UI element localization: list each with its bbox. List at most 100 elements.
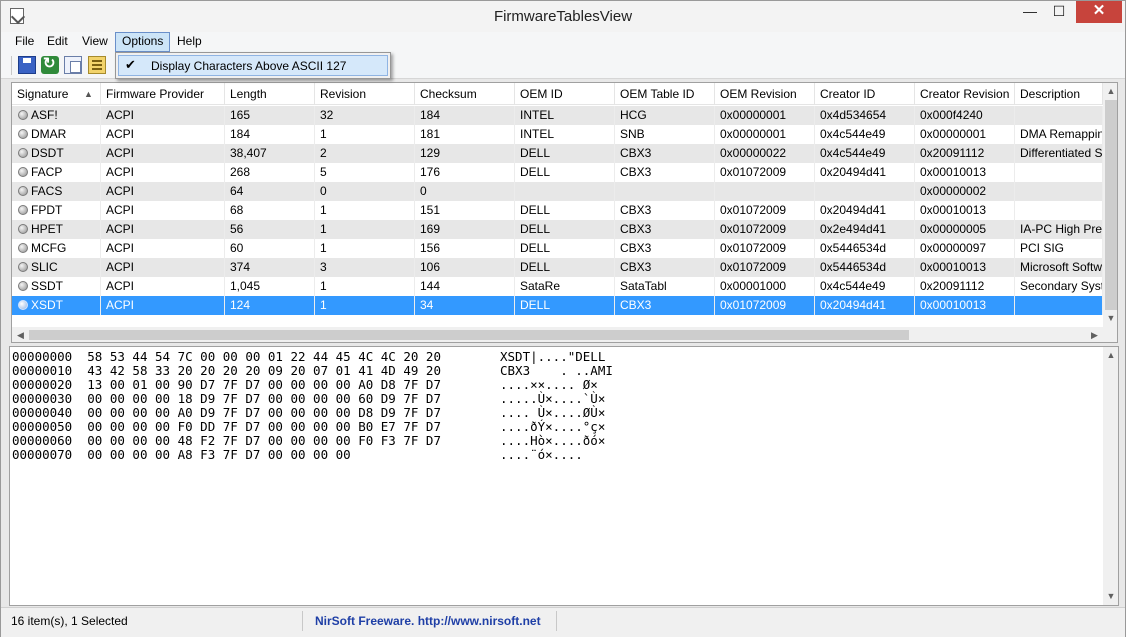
column-header-oem-id[interactable]: OEM ID — [515, 83, 615, 105]
cell-oem-table-id: SataTabl — [615, 277, 715, 296]
hex-address: 00000070 — [12, 447, 73, 462]
cell-creator-revision: 0x20091112 — [915, 277, 1015, 296]
menu-edit[interactable]: Edit — [41, 32, 74, 52]
table-row[interactable]: FPDT ACPI 68 1 151 DELL CBX3 0x01072009 0x20494d… — [12, 201, 1103, 220]
table-row[interactable]: FACP ACPI 268 5 176 DELL CBX3 0x01072009 0x20494… — [12, 163, 1103, 182]
close-button[interactable]: ✕ — [1076, 1, 1122, 23]
cell-description: Differentiated S — [1015, 144, 1103, 163]
table-row[interactable]: MCFG ACPI 60 1 156 DELL CBX3 0x01072009 0x544653… — [12, 239, 1103, 258]
table-row[interactable]: XSDT ACPI 124 1 34 DELL CBX3 0x01072009 0x20494d… — [12, 296, 1103, 315]
scroll-down-arrow-icon[interactable]: ▼ — [1103, 310, 1117, 327]
cell-firmware-provider: ACPI — [101, 220, 225, 239]
cell-revision: 0 — [315, 182, 415, 201]
cell-checksum: 181 — [415, 125, 515, 144]
list-vertical-scrollbar[interactable]: ▲ ▼ — [1103, 83, 1117, 327]
hex-bytes: 13 00 01 00 90 D7 7F D7 00 00 00 00 A0 D… — [87, 377, 441, 392]
cell-firmware-provider: ACPI — [101, 182, 225, 201]
horizontal-scroll-thumb[interactable] — [29, 330, 909, 340]
cell-description: PCI SIG — [1015, 239, 1103, 258]
cell-oem-revision: 0x00000001 — [715, 125, 815, 144]
table-row[interactable]: DMAR ACPI 184 1 181 INTEL SNB 0x00000001 0x4c544… — [12, 125, 1103, 144]
hex-address: 00000030 — [12, 391, 73, 406]
cell-oem-id: DELL — [515, 239, 615, 258]
column-header-description[interactable]: Description — [1015, 83, 1103, 105]
list-header: Signature ▲ Firmware Provider Length Revisio… — [12, 83, 1103, 105]
menu-view[interactable]: View — [76, 32, 114, 52]
menu-item-display-above-ascii[interactable]: ✔ Display Characters Above ASCII 127 — [118, 55, 388, 76]
cell-firmware-provider: ACPI — [101, 106, 225, 125]
table-row[interactable]: DSDT ACPI 38,407 2 129 DELL CBX3 0x00000022 0x4c… — [12, 144, 1103, 163]
cell-firmware-provider: ACPI — [101, 296, 225, 315]
column-header-firmware-provider[interactable]: Firmware Provider — [101, 83, 225, 105]
cell-signature: FACS — [26, 182, 101, 201]
table-row[interactable]: ASF! ACPI 165 32 184 INTEL HCG 0x00000001 0x4d53… — [12, 106, 1103, 125]
cell-length: 184 — [225, 125, 315, 144]
hex-bytes: 00 00 00 00 18 D9 7F D7 00 00 00 00 60 D… — [87, 391, 441, 406]
cell-oem-id: DELL — [515, 163, 615, 182]
checkmark-icon: ✔ — [125, 57, 136, 72]
menu-file[interactable]: File — [9, 32, 40, 52]
table-row[interactable]: SSDT ACPI 1,045 1 144 SataRe SataTabl 0x0000100… — [12, 277, 1103, 296]
cell-oem-revision: 0x00001000 — [715, 277, 815, 296]
cell-creator-id: 0x2e494d41 — [815, 220, 915, 239]
table-row[interactable]: SLIC ACPI 374 3 106 DELL CBX3 0x01072009 0x54465… — [12, 258, 1103, 277]
cell-creator-id: 0x4c544e49 — [815, 144, 915, 163]
column-header-oem-table-id[interactable]: OEM Table ID — [615, 83, 715, 105]
hex-ascii: ....××.... Ø× — [500, 377, 598, 392]
title-bar[interactable]: FirmwareTablesView — ☐ ✕ — [1, 1, 1125, 32]
save-icon[interactable] — [18, 56, 36, 74]
cell-oem-id: INTEL — [515, 106, 615, 125]
list-body: ASF! ACPI 165 32 184 INTEL HCG 0x00000001 0x4d53… — [12, 106, 1103, 327]
scroll-thumb[interactable] — [1105, 100, 1117, 310]
cell-oem-revision: 0x01072009 — [715, 220, 815, 239]
cell-description — [1015, 182, 1103, 201]
cell-creator-id: 0x5446534d — [815, 239, 915, 258]
column-header-creator-revision[interactable]: Creator Revision — [915, 83, 1015, 105]
refresh-icon[interactable] — [41, 54, 59, 74]
scroll-down-arrow-icon[interactable]: ▼ — [1103, 588, 1118, 605]
cell-oem-table-id: CBX3 — [615, 163, 715, 182]
cell-description: Secondary Syste — [1015, 277, 1103, 296]
cell-length: 56 — [225, 220, 315, 239]
hex-vertical-scrollbar[interactable]: ▲ ▼ — [1103, 347, 1118, 605]
cell-description: DMA Remapping — [1015, 125, 1103, 144]
cell-creator-revision: 0x00010013 — [915, 296, 1015, 315]
cell-creator-id: 0x20494d41 — [815, 296, 915, 315]
menu-options[interactable]: Options — [115, 32, 171, 52]
column-header-checksum[interactable]: Checksum — [415, 83, 515, 105]
toolbar-separator — [11, 56, 12, 75]
hex-dump-pane[interactable]: 00000000 58 53 44 54 7C 00 00 00 01 22 4… — [9, 346, 1119, 606]
cell-length: 64 — [225, 182, 315, 201]
copy-icon[interactable] — [64, 56, 82, 74]
cell-checksum: 176 — [415, 163, 515, 182]
cell-oem-revision: 0x00000022 — [715, 144, 815, 163]
menu-help[interactable]: Help — [171, 32, 208, 52]
column-header-signature[interactable]: Signature ▲ — [12, 83, 101, 105]
hex-bytes: 00 00 00 00 48 F2 7F D7 00 00 00 00 F0 F… — [87, 433, 441, 448]
table-row[interactable]: HPET ACPI 56 1 169 DELL CBX3 0x01072009 0x2e494d… — [12, 220, 1103, 239]
cell-firmware-provider: ACPI — [101, 144, 225, 163]
table-row[interactable]: FACS ACPI 64 0 0 0x00000002 — [12, 182, 1103, 201]
cell-revision: 2 — [315, 144, 415, 163]
column-header-revision[interactable]: Revision — [315, 83, 415, 105]
scroll-up-arrow-icon[interactable]: ▲ — [1103, 83, 1117, 100]
maximize-button[interactable]: ☐ — [1045, 1, 1073, 23]
cell-oem-id: DELL — [515, 220, 615, 239]
cell-revision: 3 — [315, 258, 415, 277]
scroll-left-arrow-icon[interactable]: ◀ — [12, 327, 29, 342]
cell-oem-id: DELL — [515, 296, 615, 315]
cell-oem-revision: 0x01072009 — [715, 201, 815, 220]
hex-line: 00000070 00 00 00 00 A8 F3 7F D7 00 00 0… — [12, 448, 351, 462]
scroll-up-arrow-icon[interactable]: ▲ — [1103, 347, 1118, 364]
column-header-oem-revision[interactable]: OEM Revision — [715, 83, 815, 105]
nirsoft-link[interactable]: NirSoft Freeware. http://www.nirsoft.net — [307, 611, 557, 631]
properties-icon[interactable] — [88, 56, 106, 74]
column-header-creator-id[interactable]: Creator ID — [815, 83, 915, 105]
scroll-right-arrow-icon[interactable]: ▶ — [1086, 327, 1103, 342]
list-horizontal-scrollbar[interactable]: ◀ ▶ — [12, 327, 1103, 342]
column-header-length[interactable]: Length — [225, 83, 315, 105]
cell-signature: SLIC — [26, 258, 101, 277]
minimize-button[interactable]: — — [1016, 1, 1044, 23]
cell-revision: 1 — [315, 201, 415, 220]
tables-list[interactable]: Signature ▲ Firmware Provider Length Revisio… — [11, 82, 1118, 343]
